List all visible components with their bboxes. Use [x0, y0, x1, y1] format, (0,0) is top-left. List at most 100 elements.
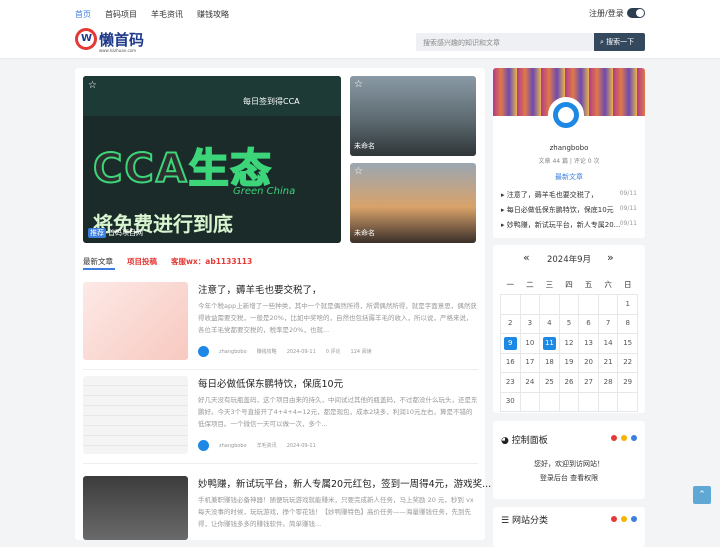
calendar-day: [597, 294, 619, 315]
control-panel-card: ◕ 控制面板 您好，欢迎到访网站！ 登录后台 查看权限: [493, 421, 645, 499]
calendar-day[interactable]: 12: [558, 333, 580, 354]
star-icon[interactable]: ☆: [88, 80, 97, 91]
theme-toggle[interactable]: [627, 8, 645, 18]
calendar-day[interactable]: 5: [558, 313, 580, 334]
article-author[interactable]: zhangbobo: [219, 443, 247, 449]
calendar-day[interactable]: 23: [500, 372, 521, 393]
categories-card: ☰ 网站分类: [493, 507, 645, 547]
weekday-label: 二: [526, 280, 534, 289]
calendar-day[interactable]: 9: [500, 333, 521, 354]
panel-links[interactable]: 登录后台 查看权限: [493, 473, 645, 483]
profile-stats: 文章 44 篇 | 评论 0 次: [538, 158, 600, 165]
nav-item-news[interactable]: 羊毛资讯: [151, 9, 183, 20]
nav-item-projects[interactable]: 首码项目: [105, 9, 137, 20]
calendar-day[interactable]: 2: [500, 313, 521, 334]
calendar-title: 2024年9月: [546, 255, 592, 265]
latest-item[interactable]: ▸ 妙鸭赚，新试玩平台，新人专属20... 09/11: [501, 220, 641, 230]
profile-card: zhangbobo 文章 44 篇 | 评论 0 次 最新文章 ▸ 注意了，薅羊…: [493, 68, 645, 238]
calendar-day[interactable]: 28: [597, 372, 619, 393]
tab-indicator: [83, 268, 115, 270]
article-title[interactable]: 每日必做低保东鹏特饮，保底10元: [198, 376, 343, 390]
thumb-waterfall[interactable]: ☆ 未命名: [350, 76, 476, 156]
article-meta: zhangbobo 赚钱攻略 2024-09-11 0 评论 124 阅读: [198, 346, 372, 357]
nav-item-guides[interactable]: 赚钱攻略: [197, 9, 229, 20]
article-item[interactable]: 妙鸭赚，新试玩平台，新人专属20元红包，签到一周得4元，游戏奖... 手机兼职赚…: [83, 466, 491, 540]
hero-band: [83, 76, 341, 116]
thumb-street[interactable]: ☆ 未命名: [350, 163, 476, 243]
window-dots: [611, 435, 637, 441]
calendar-day[interactable]: 20: [578, 352, 599, 373]
article-title[interactable]: 妙鸭赚，新试玩平台，新人专属20元红包，签到一周得4元，游戏奖...: [198, 476, 491, 490]
calendar-day[interactable]: 1: [617, 294, 638, 315]
hero-sign-text: 每日签到得CCA: [243, 97, 300, 106]
calendar-day[interactable]: 22: [617, 352, 638, 373]
profile-name[interactable]: zhangbobo: [493, 144, 645, 152]
next-month-button[interactable]: »: [607, 251, 614, 264]
article-item[interactable]: 每日必做低保东鹏特饮，保底10元 好几天没有玩瓶盖码，这个项目由来的持久，中间试…: [83, 372, 478, 464]
calendar-day[interactable]: 13: [578, 333, 599, 354]
calendar-day[interactable]: 27: [578, 372, 599, 393]
profile-avatar[interactable]: [548, 97, 584, 133]
latest-item[interactable]: ▸ 每日必做低保东鹏特饮，保底10元 09/11: [501, 205, 641, 215]
arrow-up-icon[interactable]: ⌃: [693, 486, 711, 504]
tab-submit[interactable]: 项目投稿: [127, 256, 157, 267]
site-logo[interactable]: W 懒首码 www.lsizhuan.com: [75, 28, 155, 56]
search-button-label: 搜索一下: [606, 38, 635, 46]
calendar-day[interactable]: 16: [500, 352, 521, 373]
article-tabs: 最新文章 项目投稿 客服wx：ab1133113: [83, 256, 252, 267]
main-nav: 首页 首码项目 羊毛资讯 赚钱攻略: [75, 9, 229, 20]
calendar-day[interactable]: 4: [539, 313, 560, 334]
calendar-day[interactable]: 10: [519, 333, 541, 354]
calendar-day: [558, 391, 580, 412]
hero-tag: 推荐: [88, 228, 106, 238]
hero-slide[interactable]: ☆ 每日签到得CCA CCA生态 Green China 将免费进行到底 推荐首…: [83, 76, 341, 243]
article-author[interactable]: zhangbobo: [219, 349, 247, 355]
calendar-card: « 2024年9月 » 一二三四五六日 1 2 3 4 5 6 7 8 9 10 11 12 13 14 15…: [493, 245, 645, 413]
calendar-day: [519, 294, 541, 315]
latest-item[interactable]: ▸ 注意了，薅羊毛也要交税了， 09/11: [501, 190, 641, 200]
calendar-day[interactable]: 7: [597, 313, 619, 334]
calendar-day[interactable]: 29: [617, 372, 638, 393]
calendar-day[interactable]: 3: [519, 313, 541, 334]
calendar-day[interactable]: 6: [578, 313, 599, 334]
tab-service[interactable]: 客服wx：ab1133113: [171, 256, 252, 267]
calendar-day: [500, 294, 521, 315]
calendar-day[interactable]: 8: [617, 313, 638, 334]
tab-latest[interactable]: 最新文章: [83, 256, 113, 267]
article-thumb[interactable]: [83, 282, 188, 360]
weekday-label: 四: [565, 280, 573, 289]
calendar-day[interactable]: 25: [539, 372, 560, 393]
search-input[interactable]: 搜索感兴趣的知识和文章: [416, 33, 594, 51]
article-thumb[interactable]: [83, 476, 188, 540]
calendar-day[interactable]: 11: [539, 333, 560, 354]
star-icon[interactable]: ☆: [354, 79, 363, 90]
nav-item-home[interactable]: 首页: [75, 9, 91, 20]
calendar-day[interactable]: 18: [539, 352, 560, 373]
article-category[interactable]: 赚钱攻略: [257, 348, 277, 355]
star-icon[interactable]: ☆: [354, 166, 363, 177]
control-panel-title: ◕ 控制面板: [501, 436, 548, 446]
article-views: 124 阅读: [350, 349, 372, 355]
calendar-day[interactable]: 21: [597, 352, 619, 373]
article-item[interactable]: 注意了，薅羊毛也要交税了， 今年个税app上新增了一些种类，其中一个就是偶然所得…: [83, 278, 478, 370]
top-bar: 首页 首码项目 羊毛资讯 赚钱攻略 注册/登录 W 懒首码 www.lsizhu…: [0, 0, 720, 58]
calendar-day[interactable]: 14: [597, 333, 619, 354]
calendar-day[interactable]: 30: [500, 391, 521, 412]
search-button[interactable]: ⌕ 搜索一下: [594, 33, 645, 51]
calendar-day[interactable]: 26: [558, 372, 580, 393]
weekday-label: 三: [545, 280, 554, 289]
article-excerpt: 今年个税app上新增了一些种类，其中一个就是偶然所得，所谓偶然所得，就是字面意思…: [198, 302, 477, 334]
window-dots: [611, 516, 637, 522]
weekday-label: 六: [604, 280, 612, 289]
article-thumb[interactable]: [83, 376, 188, 454]
login-link[interactable]: 注册/登录: [589, 8, 624, 19]
article-title[interactable]: 注意了，薅羊毛也要交税了，: [198, 282, 322, 296]
calendar-day[interactable]: 19: [558, 352, 580, 373]
welcome-text: 您好，欢迎到访网站！: [534, 460, 604, 468]
calendar-day[interactable]: 24: [519, 372, 541, 393]
calendar-day[interactable]: 15: [617, 333, 638, 354]
calendar-day: [578, 294, 599, 315]
calendar-day[interactable]: 17: [519, 352, 541, 373]
weekday-label: 日: [623, 280, 632, 289]
article-category[interactable]: 羊毛资讯: [257, 442, 277, 449]
